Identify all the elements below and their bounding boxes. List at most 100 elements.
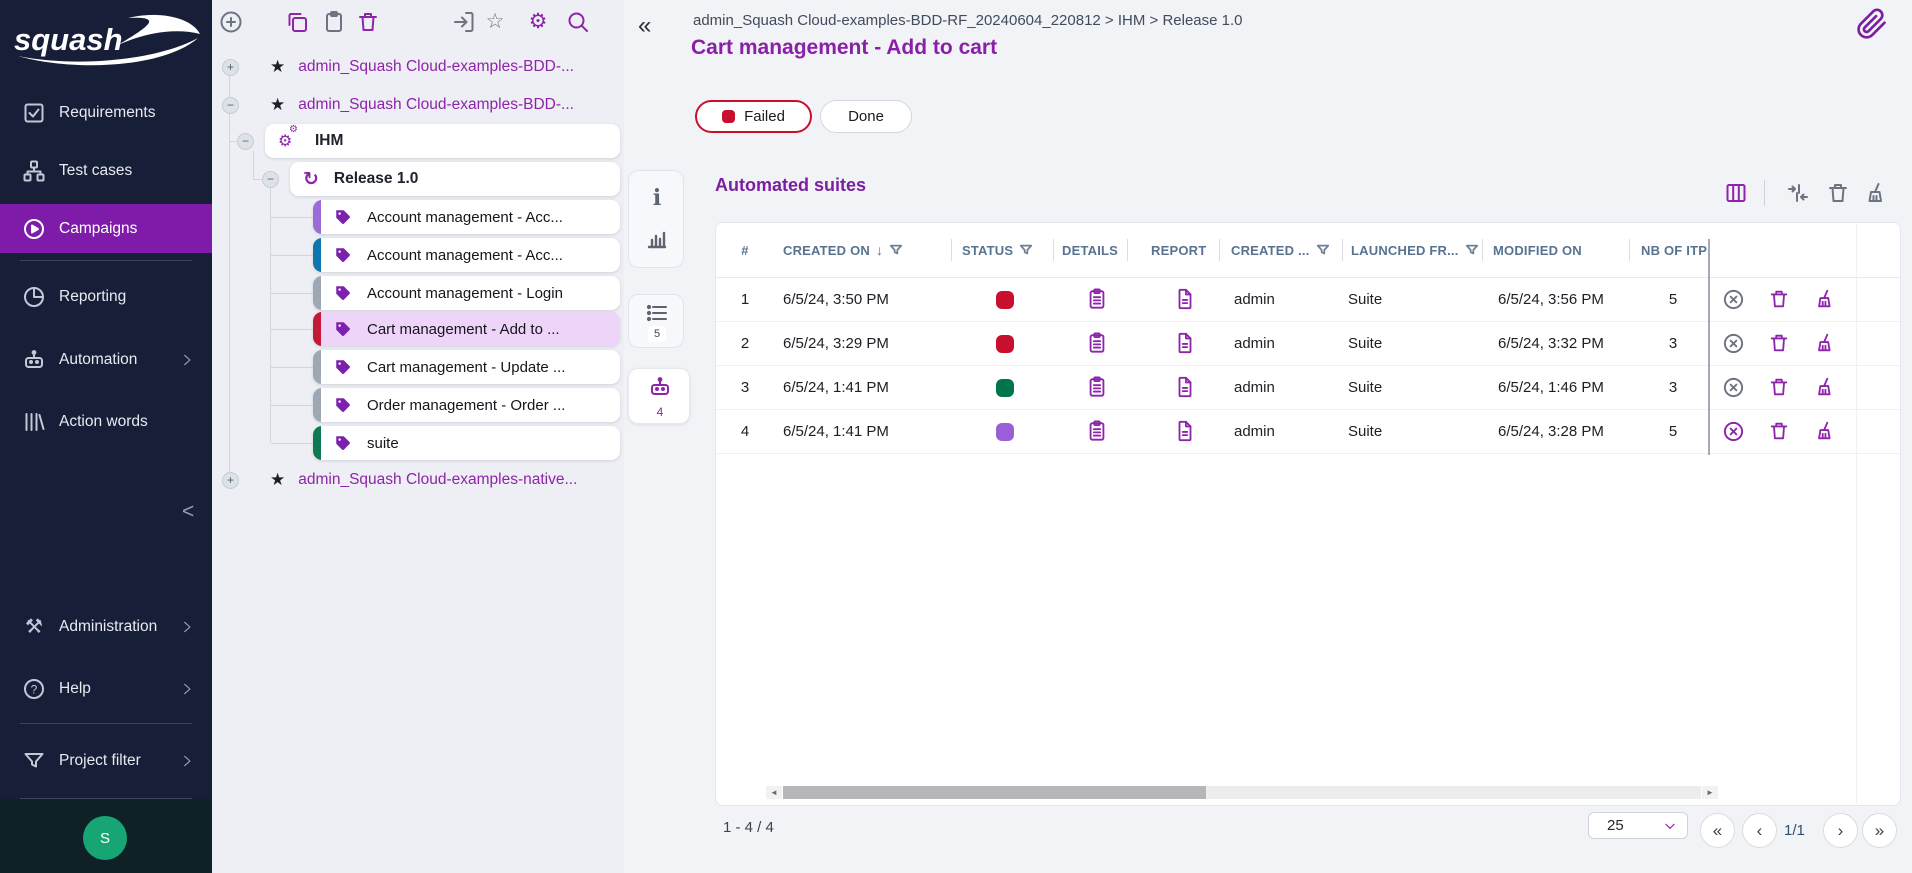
- scrollbar-right-arrow[interactable]: ►: [1702, 786, 1718, 799]
- delete-button[interactable]: [356, 10, 380, 34]
- tree-expander[interactable]: +: [222, 59, 239, 76]
- table-row[interactable]: 4 6/5/24, 1:41 PM admin Suite 6/5/24, 3:…: [716, 410, 1900, 454]
- tree-node-suite[interactable]: Order management - Order ...: [313, 388, 620, 422]
- status-failed-button[interactable]: Failed: [695, 100, 812, 133]
- chart-tab[interactable]: [645, 227, 669, 251]
- tree-node-folder[interactable]: ⚙⚙ IHM: [265, 124, 620, 158]
- tree-expander[interactable]: −: [262, 171, 279, 188]
- details-button[interactable]: [1085, 420, 1109, 444]
- attachments-paperclip-icon[interactable]: [1856, 8, 1888, 40]
- favorite-star-icon[interactable]: ★: [270, 470, 285, 490]
- search-icon[interactable]: [566, 10, 590, 34]
- stop-execution-button[interactable]: [1721, 332, 1745, 356]
- tree-expander[interactable]: +: [222, 472, 239, 489]
- status-done-button[interactable]: Done: [820, 100, 912, 133]
- tree-node-project[interactable]: ★ admin_Squash Cloud-examples-BDD-...: [242, 89, 574, 121]
- list-tab[interactable]: [645, 301, 669, 325]
- tree-node-project[interactable]: ★ admin_Squash Cloud-examples-native...: [242, 464, 577, 496]
- info-tab[interactable]: i: [645, 185, 669, 209]
- sidebar-item-campaigns[interactable]: Campaigns: [0, 204, 212, 253]
- column-settings-icon[interactable]: [1786, 181, 1810, 205]
- report-button[interactable]: [1173, 376, 1197, 400]
- logo-swoosh: [116, 15, 200, 46]
- report-button[interactable]: [1173, 288, 1197, 312]
- table-row[interactable]: 3 6/5/24, 1:41 PM admin Suite 6/5/24, 1:…: [716, 366, 1900, 410]
- report-button[interactable]: [1173, 332, 1197, 356]
- delete-row-button[interactable]: [1767, 288, 1791, 312]
- breadcrumb[interactable]: admin_Squash Cloud-examples-BDD-RF_20240…: [693, 12, 1243, 29]
- filter-funnel-icon[interactable]: [889, 243, 903, 257]
- delete-row-button[interactable]: [1767, 332, 1791, 356]
- stop-execution-button[interactable]: [1721, 376, 1745, 400]
- delete-row-button[interactable]: [1767, 420, 1791, 444]
- tree-node-suite[interactable]: Account management - Login: [313, 276, 620, 310]
- sidebar-item-test-cases[interactable]: Test cases: [0, 147, 212, 195]
- broom-clean-icon[interactable]: [1864, 181, 1888, 205]
- clean-row-button[interactable]: [1813, 376, 1837, 400]
- sidebar-item-reporting[interactable]: Reporting: [0, 273, 212, 321]
- tree-expander[interactable]: −: [222, 97, 239, 114]
- sidebar-item-help[interactable]: ? Help: [0, 665, 212, 713]
- next-page-button[interactable]: ›: [1823, 813, 1858, 848]
- delete-suites-icon[interactable]: [1826, 181, 1850, 205]
- sidebar-item-automation[interactable]: Automation: [0, 336, 212, 384]
- sort-desc-icon[interactable]: ↓: [876, 242, 883, 258]
- settings-gear-icon[interactable]: ⚙: [526, 10, 550, 34]
- column-header-nb-itpi[interactable]: NB OF ITPI: [1641, 223, 1711, 277]
- column-header-num[interactable]: #: [734, 223, 756, 277]
- clean-row-button[interactable]: [1813, 288, 1837, 312]
- robot-tab[interactable]: [648, 375, 672, 399]
- delete-row-button[interactable]: [1767, 376, 1791, 400]
- favorite-star-icon[interactable]: ★: [270, 57, 285, 77]
- filter-funnel-icon[interactable]: [1019, 243, 1033, 257]
- column-header-created-by[interactable]: CREATED ...: [1231, 223, 1330, 277]
- column-header-created-on[interactable]: CREATED ON ↓: [783, 223, 903, 277]
- details-button[interactable]: [1085, 376, 1109, 400]
- tree-node-iteration[interactable]: ↻ Release 1.0: [290, 162, 620, 196]
- table-row[interactable]: 1 6/5/24, 3:50 PM admin Suite 6/5/24, 3:…: [716, 278, 1900, 322]
- horizontal-scrollbar-thumb[interactable]: [783, 786, 1206, 799]
- table-row[interactable]: 2 6/5/24, 3:29 PM admin Suite 6/5/24, 3:…: [716, 322, 1900, 366]
- first-page-button[interactable]: «: [1700, 813, 1735, 848]
- clean-row-button[interactable]: [1813, 420, 1837, 444]
- copy-button[interactable]: [285, 10, 309, 34]
- user-avatar[interactable]: S: [83, 816, 127, 860]
- filter-funnel-icon[interactable]: [1316, 243, 1330, 257]
- favorite-toolbar-icon[interactable]: ☆: [483, 10, 507, 34]
- sidebar-item-requirements[interactable]: Requirements: [0, 89, 212, 137]
- scrollbar-left-arrow[interactable]: ◄: [766, 786, 782, 799]
- tree-node-suite[interactable]: Account management - Acc...: [313, 238, 620, 272]
- tree-node-project[interactable]: ★ admin_Squash Cloud-examples-BDD-...: [242, 51, 574, 83]
- column-header-details[interactable]: DETAILS: [1062, 223, 1118, 277]
- add-node-button[interactable]: [219, 10, 243, 34]
- tree-connector: [253, 151, 254, 179]
- last-page-button[interactable]: »: [1862, 813, 1897, 848]
- tree-node-suite[interactable]: Account management - Acc...: [313, 200, 620, 234]
- column-header-modified-on[interactable]: MODIFIED ON: [1493, 223, 1582, 277]
- page-size-select[interactable]: 25: [1588, 812, 1688, 839]
- column-header-launched-from[interactable]: LAUNCHED FR...: [1351, 223, 1479, 277]
- sidebar-collapse-chevron[interactable]: <: [182, 500, 194, 524]
- collapse-panel-chevrons[interactable]: «: [638, 12, 651, 40]
- clean-row-button[interactable]: [1813, 332, 1837, 356]
- tree-node-suite-selected[interactable]: Cart management - Add to ...: [313, 312, 620, 346]
- tree-node-suite[interactable]: Cart management - Update ...: [313, 350, 620, 384]
- filter-funnel-icon[interactable]: [1465, 243, 1479, 257]
- details-button[interactable]: [1085, 332, 1109, 356]
- favorite-star-icon[interactable]: ★: [270, 95, 285, 115]
- tree-expander[interactable]: −: [237, 133, 254, 150]
- paste-button[interactable]: [322, 10, 346, 34]
- export-button[interactable]: [452, 10, 476, 34]
- sidebar-item-action-words[interactable]: Action words: [0, 398, 212, 446]
- columns-icon[interactable]: [1724, 181, 1748, 205]
- stop-execution-button[interactable]: [1721, 420, 1745, 444]
- sidebar-item-project-filter[interactable]: Project filter: [0, 737, 212, 785]
- column-header-status[interactable]: STATUS: [962, 223, 1033, 277]
- report-button[interactable]: [1173, 420, 1197, 444]
- stop-execution-button[interactable]: [1721, 288, 1745, 312]
- column-header-report[interactable]: REPORT: [1151, 223, 1206, 277]
- prev-page-button[interactable]: ‹: [1742, 813, 1777, 848]
- sidebar-item-administration[interactable]: ⚒ Administration: [0, 603, 212, 651]
- tree-node-suite[interactable]: suite: [313, 426, 620, 460]
- details-button[interactable]: [1085, 288, 1109, 312]
